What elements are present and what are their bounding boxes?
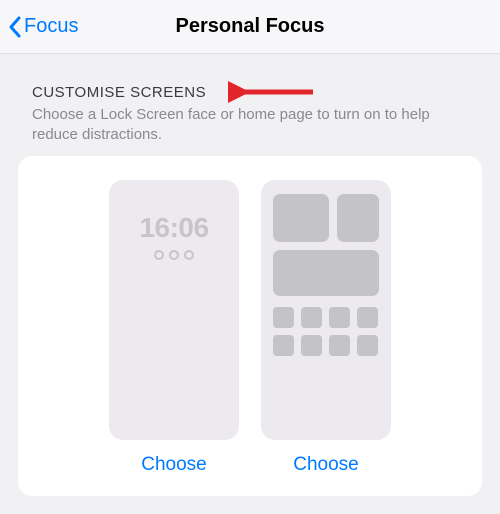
app-rows	[273, 307, 379, 356]
app-row	[273, 335, 379, 356]
widget-placeholder	[273, 194, 329, 242]
widget-row	[273, 250, 379, 296]
homescreen-preview[interactable]	[261, 180, 391, 440]
app-icon-placeholder	[301, 335, 322, 356]
app-icon-placeholder	[273, 335, 294, 356]
app-icon-placeholder	[273, 307, 294, 328]
dot-icon	[169, 250, 179, 260]
app-icon-placeholder	[301, 307, 322, 328]
back-label: Focus	[24, 15, 78, 38]
back-button[interactable]: Focus	[0, 15, 78, 39]
screens-panel: 16:06 Choose	[18, 156, 482, 496]
app-icon-placeholder	[357, 335, 378, 356]
app-row	[273, 307, 379, 328]
widget-placeholder	[273, 250, 379, 296]
widget-row	[273, 194, 379, 242]
lockscreen-column: 16:06 Choose	[109, 180, 239, 476]
app-icon-placeholder	[329, 335, 350, 356]
chevron-left-icon	[8, 15, 22, 39]
choose-homescreen-button[interactable]: Choose	[293, 454, 359, 476]
nav-header: Focus Personal Focus	[0, 0, 500, 54]
section-header: CUSTOMISE SCREENS	[18, 84, 482, 101]
lockscreen-dots	[154, 250, 194, 260]
app-icon-placeholder	[357, 307, 378, 328]
lockscreen-preview[interactable]: 16:06	[109, 180, 239, 440]
dot-icon	[154, 250, 164, 260]
dot-icon	[184, 250, 194, 260]
content-area: CUSTOMISE SCREENS Choose a Lock Screen f…	[0, 54, 500, 496]
section-description: Choose a Lock Screen face or home page t…	[18, 105, 482, 144]
lockscreen-time: 16:06	[139, 212, 208, 244]
homescreen-column: Choose	[261, 180, 391, 476]
widget-placeholder	[337, 194, 379, 242]
choose-lockscreen-button[interactable]: Choose	[141, 454, 207, 476]
app-icon-placeholder	[329, 307, 350, 328]
